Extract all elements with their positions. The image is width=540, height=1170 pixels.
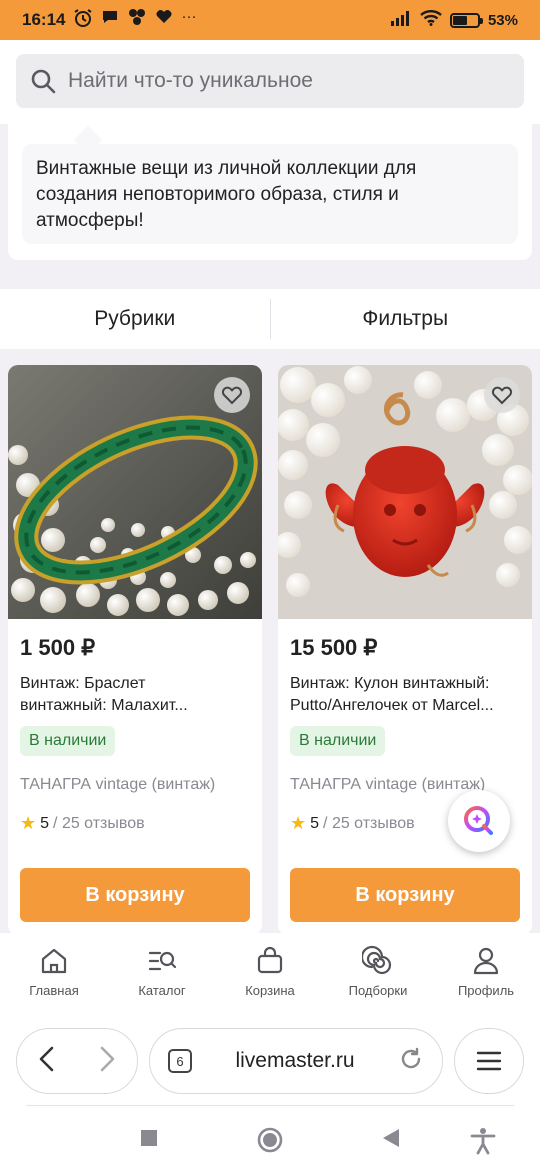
assistant-icon xyxy=(464,806,493,835)
product-title-line: Винтаж: Браслет xyxy=(20,675,146,692)
recents-button[interactable] xyxy=(138,1127,160,1154)
status-time: 16:14 xyxy=(22,10,66,29)
battery-icon xyxy=(449,12,483,28)
nav-profile[interactable]: Профиль xyxy=(432,933,540,1013)
nav-home[interactable]: Главная xyxy=(0,933,108,1013)
shop-description: Винтажные вещи из личной коллекции для с… xyxy=(22,144,518,244)
reviews-count: / 25 отзывов xyxy=(323,814,415,832)
star-icon: ★ xyxy=(290,813,307,833)
nav-label: Подборки xyxy=(348,983,408,998)
shop-description-card: Винтажные вещи из личной коллекции для с… xyxy=(8,124,532,260)
accessibility-button[interactable] xyxy=(470,1127,496,1160)
availability-badge: В наличии xyxy=(20,726,116,756)
triangle-back-icon xyxy=(383,1129,399,1147)
heart-outline-icon xyxy=(491,386,513,405)
search-icon xyxy=(31,69,56,94)
header: Найти что-то уникальное xyxy=(0,40,540,124)
back-button[interactable] xyxy=(36,1045,58,1078)
history-navigation xyxy=(16,1028,138,1094)
reload-button[interactable] xyxy=(398,1046,424,1077)
basket-icon xyxy=(257,946,283,974)
nav-catalog[interactable]: Каталог xyxy=(108,933,216,1013)
divider xyxy=(26,1105,514,1106)
signal-icon xyxy=(390,10,412,30)
product-card[interactable]: 1 500 ₽ Винтаж: Браслет винтажный: Малах… xyxy=(8,365,262,935)
product-card[interactable]: 15 500 ₽ Винтаж: Кулон винтажный: Putto/… xyxy=(278,365,532,935)
product-title-line: Винтаж: Кулон винтажный: xyxy=(290,675,490,692)
home-system-button[interactable] xyxy=(257,1127,283,1158)
catalog-icon xyxy=(148,951,177,971)
reload-icon xyxy=(401,1047,421,1068)
favorite-button[interactable] xyxy=(214,377,250,413)
product-title[interactable]: Винтаж: Кулон винтажный: Putto/Ангелочек… xyxy=(290,673,522,717)
product-price: 1 500 ₽ xyxy=(20,635,96,660)
hamburger-icon xyxy=(476,1051,502,1071)
product-title-line: Putto/Ангелочек от Marcel... xyxy=(290,697,494,714)
more-icon: ··· xyxy=(181,8,197,25)
profile-icon xyxy=(473,947,499,975)
rating-score: 5 xyxy=(310,814,320,832)
wifi-icon xyxy=(420,10,442,30)
product-title[interactable]: Винтаж: Браслет винтажный: Малахит... xyxy=(20,673,252,717)
alarm-icon xyxy=(73,8,93,32)
add-to-cart-button[interactable]: В корзину xyxy=(290,868,520,922)
assistant-button[interactable] xyxy=(448,790,510,852)
description-line: создания неповторимого образа, стиля и xyxy=(36,184,399,205)
heart-icon xyxy=(155,8,173,32)
status-bar: 16:14 ··· 53% xyxy=(0,0,540,40)
search-input[interactable]: Найти что-то уникальное xyxy=(16,54,524,108)
back-system-button[interactable] xyxy=(380,1127,402,1154)
nav-collections[interactable]: Подборки xyxy=(324,933,432,1013)
url-text[interactable]: livemaster.ru xyxy=(192,1049,398,1073)
nav-label: Профиль xyxy=(457,983,515,998)
description-line: атмосферы! xyxy=(36,210,144,231)
square-icon xyxy=(141,1130,157,1146)
address-bar[interactable]: 6 livemaster.ru xyxy=(149,1028,443,1094)
heart-outline-icon xyxy=(221,386,243,405)
star-icon: ★ xyxy=(20,813,37,833)
description-line: Винтажные вещи из личной коллекции для xyxy=(36,158,417,179)
bottom-navigation: Главная Каталог Корзина Подборки Профиль xyxy=(0,933,540,1013)
circle-icon xyxy=(257,1127,283,1153)
browser-menu-button[interactable] xyxy=(454,1028,524,1094)
nav-label: Главная xyxy=(29,983,79,998)
chevron-left-icon xyxy=(39,1046,54,1071)
product-title-line: винтажный: Малахит... xyxy=(20,697,188,714)
rating: ★ 5 / 25 отзывов xyxy=(20,813,145,834)
chevron-right-icon xyxy=(100,1046,115,1071)
home-icon xyxy=(41,948,67,974)
tab-categories[interactable]: Рубрики xyxy=(0,289,270,349)
nav-cart[interactable]: Корзина xyxy=(216,933,324,1013)
nav-label: Каталог xyxy=(138,983,186,998)
availability-badge: В наличии xyxy=(290,726,386,756)
tabs-counter[interactable]: 6 xyxy=(168,1049,192,1073)
system-navigation xyxy=(0,1113,540,1170)
product-price: 15 500 ₽ xyxy=(290,635,378,660)
notification-icons: ··· xyxy=(73,8,196,32)
rating-score: 5 xyxy=(40,814,50,832)
browser-toolbar: 6 livemaster.ru xyxy=(0,1013,540,1113)
add-to-cart-button[interactable]: В корзину xyxy=(20,868,250,922)
chat-icon xyxy=(101,8,119,32)
collections-icon xyxy=(362,945,392,975)
shop-name[interactable]: ТАНАГРА vintage (винтаж) xyxy=(20,776,252,794)
rating: ★ 5 / 25 отзывов xyxy=(290,813,415,834)
reviews-count: / 25 отзывов xyxy=(53,814,145,832)
forward-button[interactable] xyxy=(96,1045,118,1078)
favorite-button[interactable] xyxy=(484,377,520,413)
nav-label: Корзина xyxy=(245,983,295,998)
apps-icon xyxy=(127,8,147,32)
filter-tabs: Рубрики Фильтры xyxy=(0,289,540,349)
battery-percent: 53% xyxy=(487,11,518,29)
accessibility-icon xyxy=(470,1128,496,1155)
tab-filters[interactable]: Фильтры xyxy=(271,289,540,349)
search-placeholder: Найти что-то уникальное xyxy=(68,69,313,92)
